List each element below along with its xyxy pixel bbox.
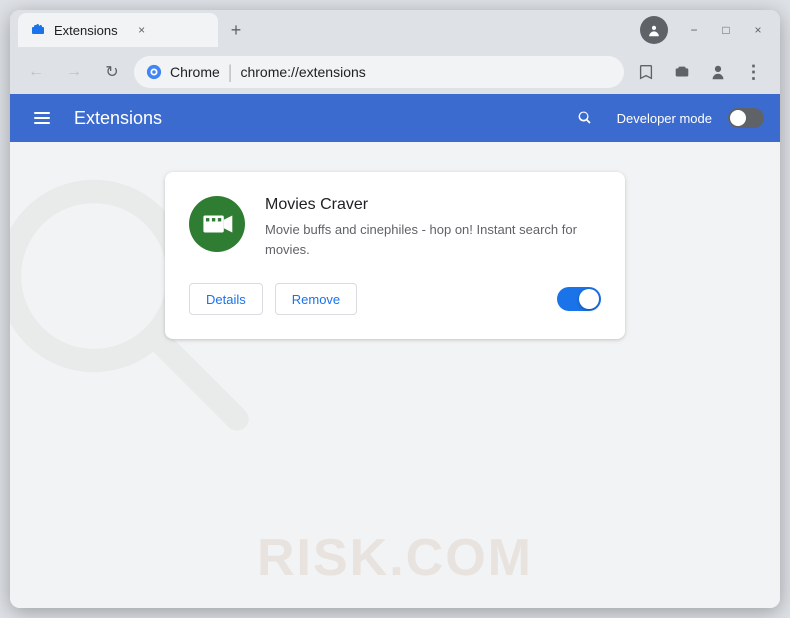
- extension-card-header: Movies Craver Movie buffs and cinephiles…: [189, 196, 601, 259]
- forward-button[interactable]: →: [58, 56, 90, 88]
- extensions-button[interactable]: [666, 56, 698, 88]
- title-bar: Extensions × + − □ ×: [10, 10, 780, 50]
- remove-button[interactable]: Remove: [275, 283, 357, 315]
- window-controls: − □ ×: [640, 16, 772, 44]
- extension-info: Movies Craver Movie buffs and cinephiles…: [265, 196, 601, 259]
- search-button[interactable]: [569, 102, 601, 134]
- hamburger-menu-button[interactable]: [26, 102, 58, 134]
- toolbar: ← → ↻ Chrome | chrome://extensions: [10, 50, 780, 94]
- tab-close-button[interactable]: ×: [134, 22, 150, 38]
- extension-icon: [189, 196, 245, 252]
- details-button[interactable]: Details: [189, 283, 263, 315]
- profile-icon[interactable]: [640, 16, 668, 44]
- extension-enable-toggle[interactable]: [557, 287, 601, 311]
- profile-button[interactable]: [702, 56, 734, 88]
- back-button[interactable]: ←: [20, 56, 52, 88]
- tab-extension-icon: [30, 22, 46, 38]
- extensions-title: Extensions: [74, 108, 553, 129]
- address-text: chrome://extensions: [240, 64, 612, 80]
- chrome-shield-icon: [146, 64, 162, 80]
- chrome-label: Chrome: [170, 64, 220, 80]
- menu-button[interactable]: ⋮: [738, 56, 770, 88]
- extensions-content: Movies Craver Movie buffs and cinephiles…: [10, 142, 780, 608]
- dev-mode-toggle[interactable]: [728, 108, 764, 128]
- address-bar[interactable]: Chrome | chrome://extensions: [134, 56, 624, 88]
- reload-button[interactable]: ↻: [96, 56, 128, 88]
- maximize-button[interactable]: □: [712, 16, 740, 44]
- dev-mode-label: Developer mode: [617, 111, 712, 126]
- new-tab-button[interactable]: +: [222, 16, 250, 44]
- movies-craver-icon: [200, 207, 234, 241]
- watermark: RISK.COM: [257, 528, 533, 588]
- address-separator: |: [228, 63, 233, 81]
- active-tab[interactable]: Extensions ×: [18, 13, 218, 47]
- extension-name: Movies Craver: [265, 196, 601, 214]
- extension-toggle-area: [557, 287, 601, 311]
- toolbar-actions: ⋮: [630, 56, 770, 88]
- extension-card: Movies Craver Movie buffs and cinephiles…: [165, 172, 625, 339]
- extensions-header: Extensions Developer mode: [10, 94, 780, 142]
- extension-card-footer: Details Remove: [189, 283, 601, 315]
- extension-description: Movie buffs and cinephiles - hop on! Ins…: [265, 220, 601, 259]
- minimize-button[interactable]: −: [680, 16, 708, 44]
- extension-toggle-knob: [579, 289, 599, 309]
- browser-window: Extensions × + − □ × ← → ↻ Chrome | chro…: [10, 10, 780, 608]
- tab-title: Extensions: [54, 23, 118, 38]
- close-button[interactable]: ×: [744, 16, 772, 44]
- bookmark-button[interactable]: [630, 56, 662, 88]
- dev-mode-toggle-knob: [730, 110, 746, 126]
